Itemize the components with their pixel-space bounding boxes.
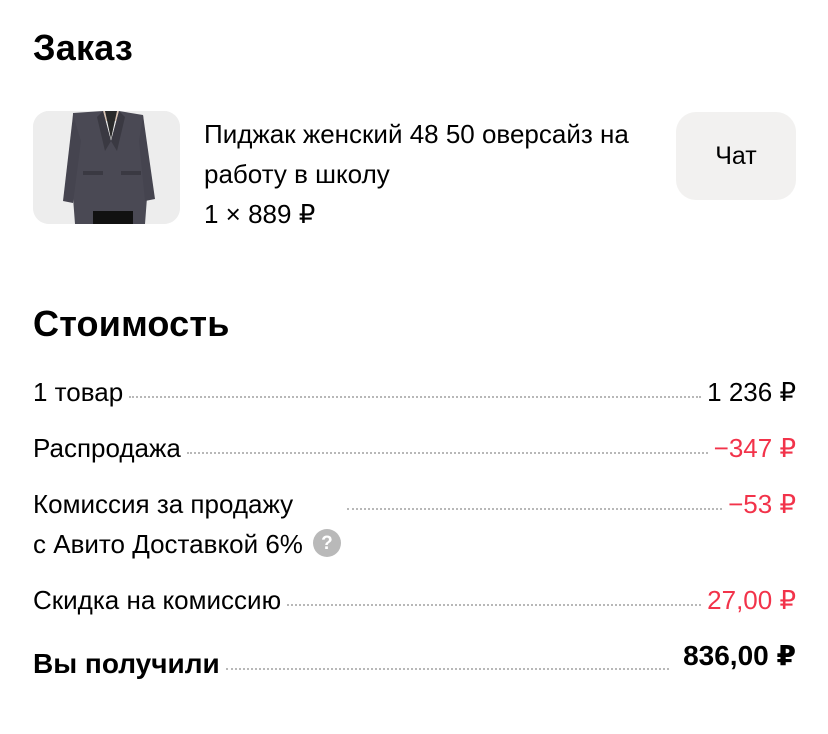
cost-row-items: 1 товар 1 236 ₽	[33, 372, 796, 412]
cost-row-value: 1 236 ₽	[707, 377, 796, 407]
order-title: Заказ	[33, 27, 133, 68]
dotted-leader	[346, 484, 723, 510]
help-icon[interactable]: ?	[312, 529, 341, 558]
cost-row-sale: Распродажа −347 ₽	[33, 428, 796, 468]
product-name: Пиджак женский 48 50 оверсайз на работу …	[204, 119, 629, 189]
commission-label-line2: с Авито Доставкой 6%	[33, 529, 303, 559]
cost-row-value: −347 ₽	[713, 433, 796, 463]
total-label: Вы получили	[33, 648, 220, 679]
commission-label-line1: Комиссия за продажу	[33, 489, 294, 519]
product-thumbnail[interactable]	[33, 111, 180, 224]
product-quantity-price: 1 × 889 ₽	[204, 199, 316, 229]
dotted-leader	[129, 372, 702, 398]
product-info[interactable]: Пиджак женский 48 50 оверсайз на работу …	[204, 114, 644, 234]
dotted-leader	[287, 580, 702, 606]
cost-row-commission: Комиссия за продажу с Авито Доставкой 6%…	[33, 484, 796, 564]
cost-row-value: 27,00 ₽	[707, 585, 796, 615]
cost-row-commission-discount: Скидка на комиссию 27,00 ₽	[33, 580, 796, 620]
cost-row-label: 1 товар	[33, 377, 124, 407]
cost-row-label: Скидка на комиссию	[33, 585, 282, 615]
cost-row-label: Распродажа	[33, 433, 181, 463]
dotted-leader	[186, 428, 708, 454]
cost-row-value: −53 ₽	[728, 489, 796, 519]
total-value: 836,00 ₽	[683, 640, 796, 671]
cost-title: Стоимость	[33, 303, 230, 344]
cost-row-total: Вы получили 836,00 ₽	[33, 640, 796, 684]
jacket-photo-icon	[33, 111, 180, 224]
order-details-page: Заказ Пиджак женский 48 50 оверсайз на р…	[0, 0, 828, 734]
dotted-leader	[225, 644, 670, 670]
chat-button[interactable]: Чат	[676, 112, 796, 200]
cost-row-label: Комиссия за продажу с Авито Доставкой 6%…	[33, 484, 341, 564]
